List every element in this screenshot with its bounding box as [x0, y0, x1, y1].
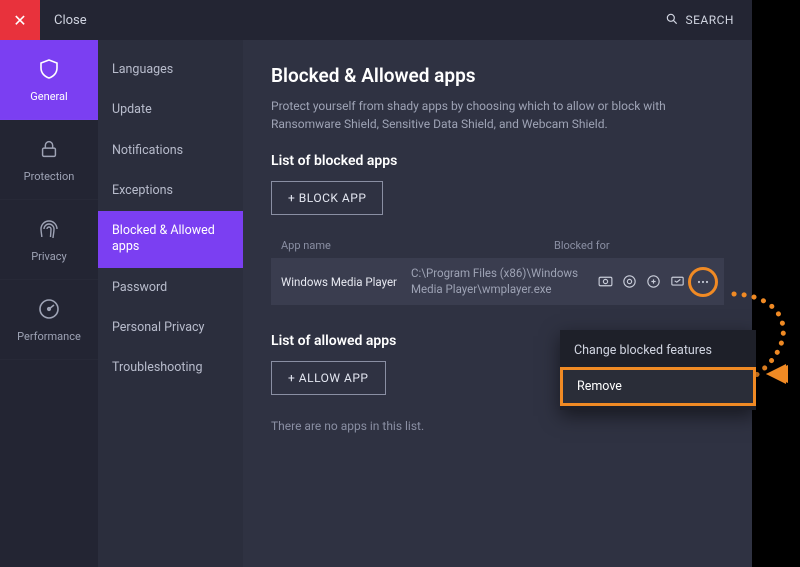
search-label: SEARCH	[685, 13, 734, 27]
subnav-item-personal-privacy[interactable]: Personal Privacy	[98, 308, 243, 348]
app-path: C:\Program Files (x86)\Windows Media Pla…	[411, 266, 596, 297]
close-label[interactable]: Close	[54, 13, 87, 28]
subnav-item-update[interactable]: Update	[98, 90, 243, 130]
subnav-item-languages[interactable]: Languages	[98, 50, 243, 90]
menu-remove[interactable]: Remove	[560, 367, 756, 406]
page-description: Protect yourself from shady apps by choo…	[271, 97, 724, 133]
subnav-item-password[interactable]: Password	[98, 268, 243, 308]
row-more-button[interactable]	[692, 271, 714, 293]
titlebar: ✕ Close SEARCH	[0, 0, 752, 40]
search-icon	[665, 12, 679, 29]
webcam-shield-icon	[596, 273, 614, 291]
lock-icon	[36, 136, 62, 162]
close-button[interactable]: ✕	[0, 0, 40, 40]
blocked-for-icons	[596, 271, 714, 293]
remote-access-shield-icon	[668, 273, 686, 291]
subnav-item-exceptions[interactable]: Exceptions	[98, 171, 243, 211]
rail-item-performance[interactable]: Performance	[0, 280, 98, 360]
row-context-menu: Change blocked features Remove	[560, 330, 756, 410]
block-app-button[interactable]: + BLOCK APP	[271, 181, 383, 215]
rail-label: Performance	[17, 330, 81, 343]
subnav-item-notifications[interactable]: Notifications	[98, 131, 243, 171]
main-panel: Blocked & Allowed apps Protect yourself …	[243, 40, 752, 567]
subnav-item-troubleshooting[interactable]: Troubleshooting	[98, 348, 243, 388]
category-rail: General Protection Privacy Performance	[0, 40, 98, 567]
settings-window: ✕ Close SEARCH General Protection	[0, 0, 752, 567]
subnav: Languages Update Notifications Exception…	[98, 40, 243, 567]
col-app-name: App name	[281, 239, 411, 252]
ransomware-shield-icon	[644, 273, 662, 291]
rail-item-protection[interactable]: Protection	[0, 120, 98, 200]
subnav-item-blocked-allowed-apps[interactable]: Blocked & Allowed apps	[98, 211, 243, 268]
rail-item-privacy[interactable]: Privacy	[0, 200, 98, 280]
col-blocked-for: Blocked for	[554, 239, 714, 252]
page-title: Blocked & Allowed apps	[271, 64, 724, 87]
close-icon: ✕	[13, 11, 26, 30]
fingerprint-icon	[36, 216, 62, 242]
rail-label: Protection	[24, 170, 75, 183]
body: General Protection Privacy Performance	[0, 40, 752, 567]
annotation-arrow-icon	[766, 362, 800, 390]
gauge-icon	[36, 296, 62, 322]
app-name: Windows Media Player	[281, 275, 411, 289]
shield-icon	[36, 56, 62, 82]
rail-item-general[interactable]: General	[0, 40, 98, 120]
blocked-table-header: App name Blocked for	[271, 233, 724, 258]
menu-change-blocked-features[interactable]: Change blocked features	[560, 334, 756, 367]
allow-app-button[interactable]: + ALLOW APP	[271, 361, 386, 395]
blocked-heading: List of blocked apps	[271, 153, 724, 169]
blocked-app-row: Windows Media Player C:\Program Files (x…	[271, 258, 724, 305]
allowed-empty-text: There are no apps in this list.	[271, 419, 724, 433]
search-button[interactable]: SEARCH	[665, 12, 734, 29]
rail-label: General	[30, 90, 67, 103]
sensitive-data-shield-icon	[620, 273, 638, 291]
rail-label: Privacy	[31, 250, 67, 263]
